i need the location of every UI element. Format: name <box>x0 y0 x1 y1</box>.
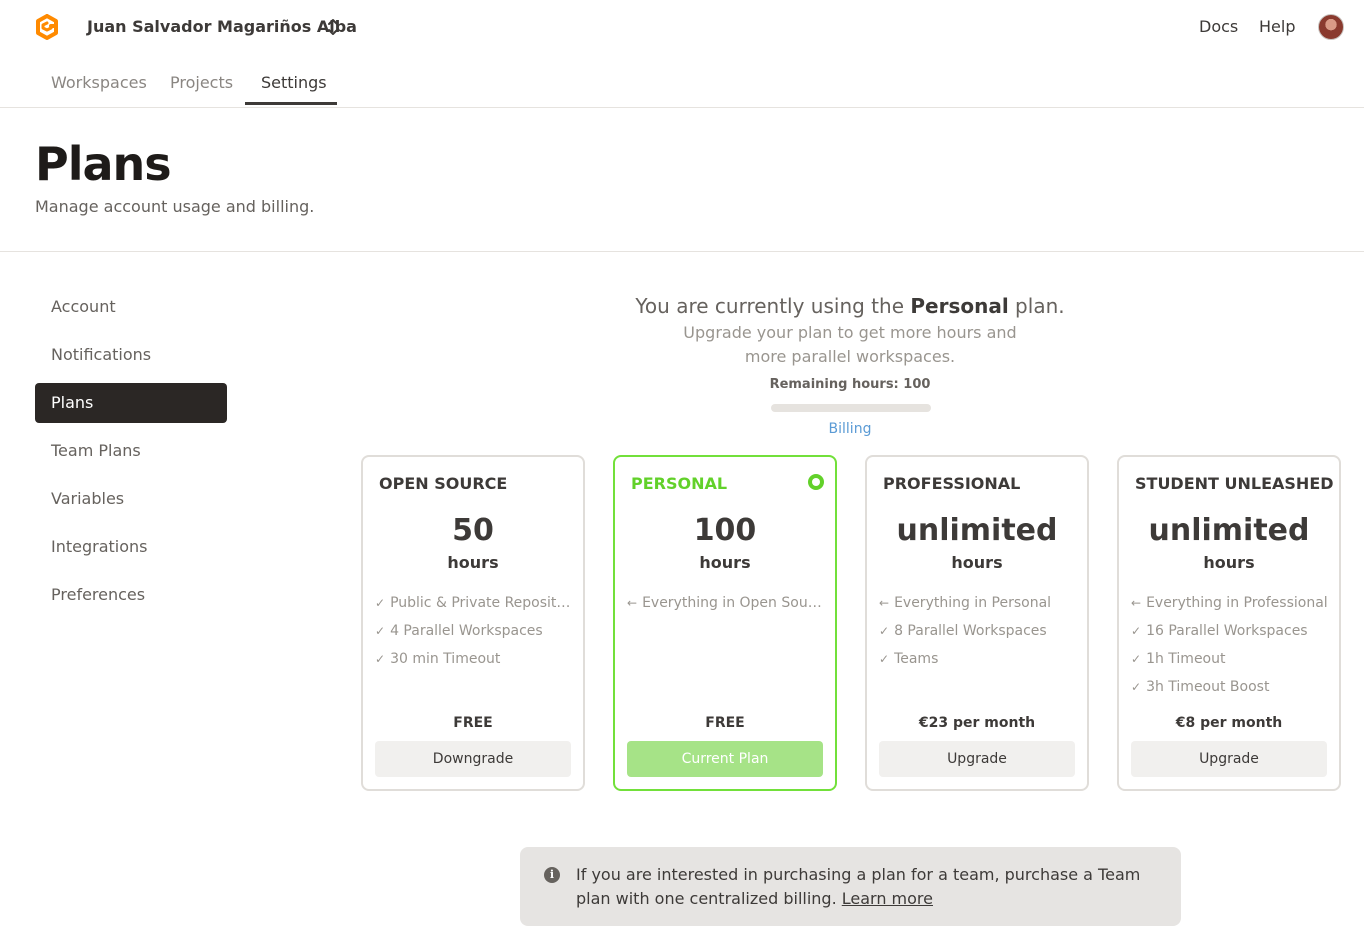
sidebar-item-notifications[interactable]: Notifications <box>35 335 227 375</box>
plan-features: ← Everything in Open Source <box>627 595 827 623</box>
plan-feature: ← Everything in Personal <box>879 595 1079 623</box>
sidebar-item-preferences[interactable]: Preferences <box>35 575 227 615</box>
tab-workspaces[interactable]: Workspaces <box>51 73 147 92</box>
plan-name: STUDENT UNLEASHED <box>1135 474 1334 493</box>
check-icon: ✓ <box>1131 624 1142 638</box>
plan-feature: ✓ Public & Private Repositories <box>375 595 575 623</box>
sidebar-item-integrations[interactable]: Integrations <box>35 527 227 567</box>
upgrade-button[interactable]: Upgrade <box>879 741 1075 777</box>
remaining-hours: Remaining hours: 100 <box>769 377 931 392</box>
user-avatar[interactable] <box>1318 14 1344 40</box>
sidebar-item-team-plans[interactable]: Team Plans <box>35 431 227 471</box>
plan-price: €23 per month <box>918 715 1036 731</box>
plan-feature-text: 8 Parallel Workspaces <box>894 623 1047 639</box>
plan-card-student-unleashed: STUDENT UNLEASHED unlimited hours ← Every… <box>1117 455 1341 791</box>
sidebar-item-plans[interactable]: Plans <box>35 383 227 423</box>
plan-name: PERSONAL <box>631 474 728 493</box>
plan-feature: ✓ Teams <box>879 651 1079 679</box>
plan-card-personal: PERSONAL 100 hours ← Everything in Open S… <box>613 455 837 791</box>
plan-feature: ✓ 16 Parallel Workspaces <box>1131 623 1331 651</box>
plan-hours-unit: hours <box>1203 553 1255 572</box>
notice-text: If you are interested in purchasing a pl… <box>576 863 1166 911</box>
downgrade-button[interactable]: Downgrade <box>375 741 571 777</box>
current-plan-button[interactable]: Current Plan <box>627 741 823 777</box>
help-link[interactable]: Help <box>1259 17 1295 36</box>
check-icon: ✓ <box>1131 652 1142 666</box>
plan-hours-unit: hours <box>951 553 1003 572</box>
plan-feature-text: 16 Parallel Workspaces <box>1146 623 1308 639</box>
upgrade-hint: Upgrade your plan to get more hours and … <box>683 323 1017 366</box>
plan-feature-text: 3h Timeout Boost <box>1146 679 1270 695</box>
top-bar: Juan Salvador Magariños Alba Docs Help <box>0 0 1364 56</box>
plan-feature-text: Public & Private Repositories <box>390 595 575 611</box>
plan-name: OPEN SOURCE <box>379 474 508 493</box>
plan-feature: ✓ 8 Parallel Workspaces <box>879 623 1079 651</box>
current-plan-text: You are currently using the Personal pla… <box>560 292 1140 320</box>
plan-price: FREE <box>705 715 745 731</box>
check-icon: ✓ <box>375 624 386 638</box>
plan-name: PROFESSIONAL <box>883 474 1021 493</box>
plan-feature: ✓ 1h Timeout <box>1131 651 1331 679</box>
info-icon: i <box>544 867 560 883</box>
arrow-left-icon: ← <box>627 596 638 610</box>
plan-feature-text: Everything in Professional <box>1146 595 1328 611</box>
plan-feature-text: Everything in Open Source <box>642 595 827 611</box>
check-icon: ✓ <box>879 652 890 666</box>
current-plan-name: Personal <box>910 294 1009 318</box>
plan-feature-text: 1h Timeout <box>1146 651 1226 667</box>
active-tab-indicator <box>245 102 337 105</box>
plan-hours-unit: hours <box>447 553 499 572</box>
plan-feature-text: Everything in Personal <box>894 595 1052 611</box>
plan-hours-unit: hours <box>699 553 751 572</box>
current-plan-suffix: plan. <box>1008 294 1065 318</box>
chevron-up-down-icon[interactable] <box>326 16 340 38</box>
check-icon: ✓ <box>879 624 890 638</box>
plan-feature: ✓ 3h Timeout Boost <box>1131 679 1331 707</box>
check-icon: ✓ <box>1131 680 1142 694</box>
plan-feature: ✓ 4 Parallel Workspaces <box>375 623 575 651</box>
plan-hours: unlimited <box>896 513 1058 548</box>
plan-hours: 100 <box>693 513 757 548</box>
hours-progress-bar <box>771 404 931 412</box>
tab-settings[interactable]: Settings <box>261 73 327 92</box>
gitpod-logo-icon[interactable] <box>34 14 60 40</box>
plan-feature: ← Everything in Open Source <box>627 595 827 623</box>
account-name[interactable]: Juan Salvador Magariños Alba <box>87 17 357 36</box>
plan-features: ← Everything in Professional ✓ 16 Parallel… <box>1131 595 1331 707</box>
check-icon: ✓ <box>375 596 386 610</box>
plan-features: ← Everything in Personal ✓ 8 Parallel Work… <box>879 595 1079 679</box>
current-plan-summary: You are currently using the Personal pla… <box>560 292 1140 369</box>
plan-price: €8 per month <box>1175 715 1283 731</box>
sidebar-item-account[interactable]: Account <box>35 287 227 327</box>
main-tabs: Workspaces Projects Settings <box>0 56 1364 108</box>
plan-feature: ← Everything in Professional <box>1131 595 1331 623</box>
arrow-left-icon: ← <box>1131 596 1142 610</box>
sidebar-item-variables[interactable]: Variables <box>35 479 227 519</box>
plan-card-open-source: OPEN SOURCE 50 hours ✓ Public & Private R… <box>361 455 585 791</box>
plan-hours: 50 <box>452 513 494 548</box>
check-icon: ✓ <box>375 652 386 666</box>
plan-hours: unlimited <box>1148 513 1310 548</box>
upgrade-button[interactable]: Upgrade <box>1131 741 1327 777</box>
plan-feature-text: 30 min Timeout <box>390 651 501 667</box>
billing-link[interactable]: Billing <box>700 421 1000 437</box>
header-divider <box>0 251 1364 252</box>
docs-link[interactable]: Docs <box>1199 17 1238 36</box>
plan-feature-text: Teams <box>894 651 939 667</box>
current-plan-prefix: You are currently using the <box>635 294 911 318</box>
team-plan-notice: i If you are interested in purchasing a … <box>520 847 1181 926</box>
plan-price: FREE <box>453 715 493 731</box>
page-title: Plans <box>35 137 172 191</box>
learn-more-link[interactable]: Learn more <box>842 889 933 908</box>
tab-projects[interactable]: Projects <box>170 73 233 92</box>
arrow-left-icon: ← <box>879 596 890 610</box>
plan-feature: ✓ 30 min Timeout <box>375 651 575 679</box>
plan-card-professional: PROFESSIONAL unlimited hours ← Everything… <box>865 455 1089 791</box>
plan-features: ✓ Public & Private Repositories ✓ 4 Parall… <box>375 595 575 679</box>
current-plan-indicator-icon <box>808 474 824 490</box>
page-subtitle: Manage account usage and billing. <box>35 197 315 216</box>
plan-feature-text: 4 Parallel Workspaces <box>390 623 543 639</box>
